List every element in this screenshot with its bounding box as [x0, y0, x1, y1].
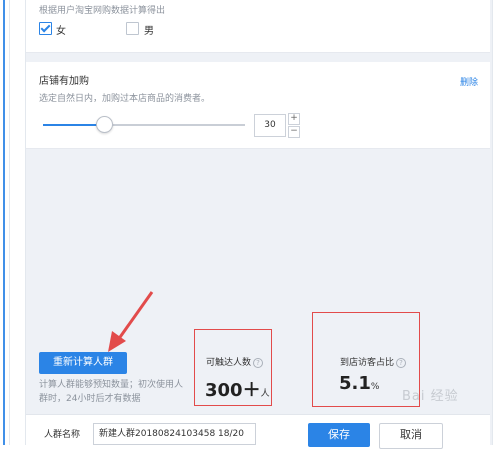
days-slider[interactable]: [43, 116, 245, 133]
days-decrement-button[interactable]: −: [288, 126, 300, 138]
shop-addcart-card: 店铺有加购 选定自然日内，加购过本店商品的消费者。 删除 30 + −: [26, 62, 490, 149]
crowd-name-label: 人群名称: [44, 430, 81, 440]
days-input[interactable]: 30: [254, 114, 286, 137]
left-rail-accent: [3, 0, 5, 445]
gender-card: 根据用户淘宝网购数据计算得出 女 男: [26, 0, 490, 53]
days-slider-handle[interactable]: [95, 116, 113, 133]
recalculate-crowd-button[interactable]: 重新计算人群: [39, 352, 127, 374]
gender-description: 根据用户淘宝网购数据计算得出: [39, 6, 166, 16]
shop-addcart-description: 选定自然日内，加购过本店商品的消费者。: [39, 94, 211, 104]
save-button[interactable]: 保存: [308, 423, 370, 447]
annotation-box-reach: [194, 329, 272, 406]
crowd-name-input[interactable]: 新建人群20180824103458 18/20: [93, 423, 256, 445]
female-checkbox[interactable]: [39, 22, 52, 35]
shop-addcart-title: 店铺有加购: [39, 76, 89, 87]
delete-link[interactable]: 删除: [460, 75, 478, 88]
baidu-watermark: Bai 经验: [402, 389, 459, 404]
crowd-settings-panel: 根据用户淘宝网购数据计算得出 女 男 店铺有加购 选定自然日内，加购过本店商品的…: [25, 0, 493, 449]
footer-bar: 人群名称 新建人群20180824103458 18/20 保存 取消: [26, 414, 490, 449]
left-rail: [0, 0, 10, 445]
male-label: 男: [144, 26, 154, 37]
cancel-button[interactable]: 取消: [379, 423, 443, 449]
recalculate-note: 计算人群能够预知数量；初次使用人群时，24小时后才有数据: [39, 380, 184, 404]
male-checkbox[interactable]: [126, 22, 139, 35]
days-increment-button[interactable]: +: [288, 113, 300, 125]
days-slider-fill: [43, 124, 104, 126]
female-label: 女: [56, 26, 66, 37]
